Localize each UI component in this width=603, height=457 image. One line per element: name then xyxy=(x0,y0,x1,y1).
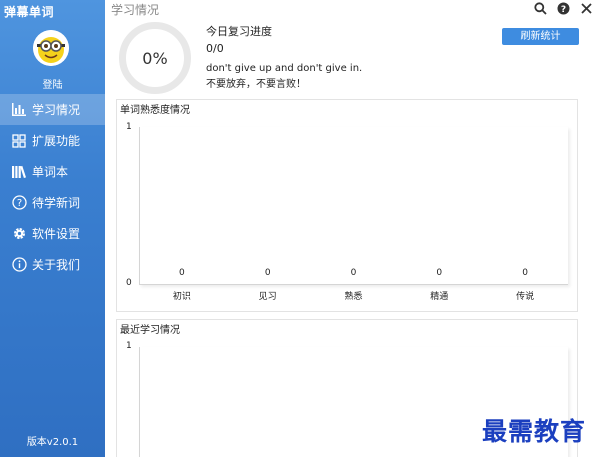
sidebar-item-label: 关于我们 xyxy=(32,258,81,272)
sidebar-item-label: 学习情况 xyxy=(32,103,81,117)
x-tick-label: 精通 xyxy=(430,292,449,302)
avatar[interactable] xyxy=(33,30,69,66)
bar-value-label: 0 xyxy=(179,268,185,278)
sidebar-item-settings[interactable]: 软件设置 xyxy=(0,218,105,249)
motto-english: don't give up and don't give in. xyxy=(206,63,363,74)
sidebar-item-new-words[interactable]: ? 待学新词 xyxy=(0,187,105,218)
books-icon xyxy=(11,164,27,180)
bar-value-label: 0 xyxy=(350,268,357,278)
bar-value-label: 0 xyxy=(436,268,443,278)
question-icon: ? xyxy=(11,195,27,211)
progress-ring: 0% xyxy=(119,22,191,94)
sidebar-item-about[interactable]: 关于我们 xyxy=(0,249,105,280)
app-title: 弹幕单词 xyxy=(4,5,55,19)
motto-chinese: 不要放弃，不要言败！ xyxy=(206,79,306,90)
refresh-stats-button[interactable]: 刷新统计 xyxy=(502,28,579,45)
chart-title: 单词熟悉度情况 xyxy=(120,105,190,116)
sidebar-nav: 学习情况 扩展功能 单词本 ? 待学新词 软件设置 关于我们 xyxy=(0,94,105,280)
svg-text:?: ? xyxy=(16,198,21,209)
sidebar-item-label: 扩展功能 xyxy=(32,134,81,148)
sidebar-item-label: 单词本 xyxy=(32,165,69,179)
bar-value-label: 0 xyxy=(264,268,271,278)
bar-value-label: 0 xyxy=(522,268,528,278)
sidebar-item-label: 待学新词 xyxy=(32,196,81,210)
x-tick-label: 传说 xyxy=(516,292,535,302)
y-tick-label: 1 xyxy=(126,122,132,132)
version-label: 版本v2.0.1 xyxy=(26,437,79,448)
today-review-count: 0/0 xyxy=(206,42,224,55)
minion-avatar-icon xyxy=(33,30,69,66)
close-icon[interactable] xyxy=(579,1,593,15)
chart-title: 最近学习情况 xyxy=(120,325,180,336)
sidebar-item-extensions[interactable]: 扩展功能 xyxy=(0,125,105,156)
page-title: 学习情况 xyxy=(111,3,160,17)
today-review-title: 今日复习进度 xyxy=(206,25,272,38)
familiarity-plot-area xyxy=(139,127,568,285)
y-tick-label: 1 xyxy=(126,341,132,351)
sidebar: 弹幕单词 登陆 学习情况 扩展功能 单词本 ? 待学新词 软件设置 关于我们 版… xyxy=(0,0,105,457)
x-tick-label: 见习 xyxy=(258,292,277,302)
gear-icon xyxy=(11,226,27,242)
x-tick-label: 初识 xyxy=(172,292,191,302)
grid-icon xyxy=(11,133,27,149)
window-controls: ? xyxy=(533,1,593,15)
help-icon[interactable]: ? xyxy=(556,1,570,15)
watermark-text: 最需教育 xyxy=(482,417,587,446)
progress-percent: 0% xyxy=(142,48,168,68)
svg-text:?: ? xyxy=(560,5,565,15)
y-tick-label: 0 xyxy=(126,278,132,288)
sidebar-item-label: 软件设置 xyxy=(32,227,81,241)
search-icon[interactable] xyxy=(533,1,547,15)
x-tick-label: 熟悉 xyxy=(344,292,363,302)
familiarity-chart-panel: 单词熟悉度情况 1 0 0 初识 0 见习 0 熟悉 0 精通 0 传说 xyxy=(116,99,578,312)
sidebar-item-study-status[interactable]: 学习情况 xyxy=(0,94,105,125)
login-link[interactable]: 登陆 xyxy=(0,76,105,91)
bar-chart-icon xyxy=(11,102,27,118)
info-icon xyxy=(11,257,27,273)
sidebar-item-wordbook[interactable]: 单词本 xyxy=(0,156,105,187)
